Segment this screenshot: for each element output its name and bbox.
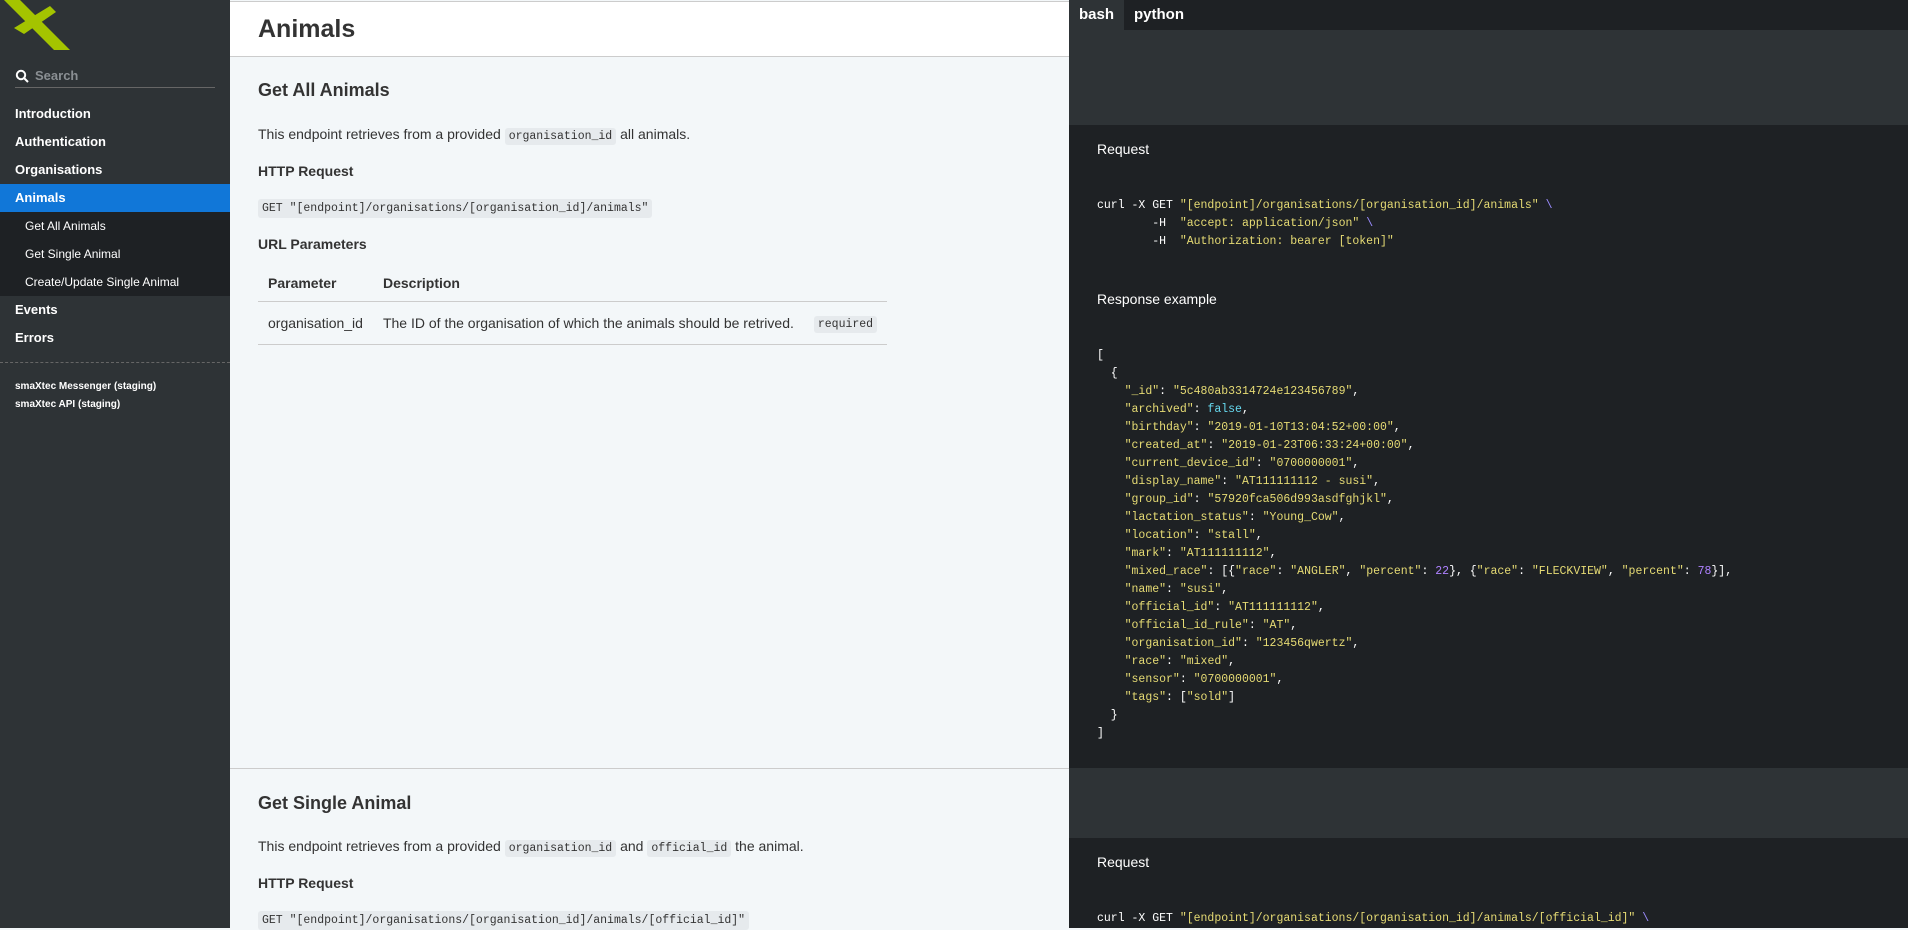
json-value: "mixed" [1179, 655, 1229, 668]
section-description: This endpoint retrieves from a provided … [258, 838, 1048, 857]
page-header: Animals [230, 1, 1069, 57]
json-value: 22 [1435, 565, 1450, 578]
json-value: "susi" [1179, 583, 1222, 596]
request-label: Request [1069, 125, 1908, 173]
request-code-block: curl -X GET "[endpoint]/organisations/[o… [1069, 173, 1908, 275]
json-value: "AT111111112" [1228, 601, 1318, 614]
json-value: "5c480ab3314724e123456789" [1172, 385, 1353, 398]
col-header-badge [804, 267, 887, 302]
code-panel: bash python Request curl -X GET "[endpoi… [1069, 0, 1908, 928]
json-value: "Young_Cow" [1262, 511, 1339, 524]
json-value: 78 [1697, 565, 1712, 578]
json-value: "123456qwertz" [1255, 637, 1353, 650]
desc-text: This endpoint retrieves from a provided [258, 126, 505, 142]
inline-code: official_id [647, 840, 732, 857]
code-text: -H [1152, 217, 1167, 230]
section-get-all-animals: Get All Animals This endpoint retrieves … [258, 80, 1048, 345]
section-description: This endpoint retrieves from a provided … [258, 126, 1048, 145]
sidebar-item-introduction[interactable]: Introduction [0, 100, 230, 128]
main-content: Animals Get All Animals This endpoint re… [230, 0, 1069, 930]
sidebar-item-errors[interactable]: Errors [0, 324, 230, 352]
sidebar-subitem-get-all-animals[interactable]: Get All Animals [0, 212, 230, 240]
code-text: curl -X GET [1097, 912, 1180, 925]
link-smaxtec-api[interactable]: smaXtec API (staging) [15, 396, 156, 414]
search-icon [15, 69, 29, 83]
section-title: Get Single Animal [258, 793, 412, 813]
desc-text: the animal. [731, 838, 804, 854]
json-value: "AT111111112" [1179, 547, 1270, 560]
request-code-block: curl -X GET "[endpoint]/organisations/[o… [1069, 886, 1908, 928]
json-value: "0700000001" [1269, 457, 1353, 470]
sidebar-footer-links: smaXtec Messenger (staging) smaXtec API … [15, 378, 156, 414]
page-title: Animals [258, 15, 356, 43]
http-request-heading: HTTP Request [258, 875, 354, 891]
required-badge: required [813, 316, 878, 333]
code-string: "[endpoint]/organisations/[organisation_… [1179, 912, 1636, 925]
code-string: "accept: application/json" [1179, 217, 1360, 230]
http-request-heading: HTTP Request [258, 163, 354, 179]
search-box[interactable] [15, 64, 215, 88]
param-name: organisation_id [258, 301, 373, 345]
table-row: organisation_id The ID of the organisati… [258, 301, 888, 345]
json-value: "stall" [1207, 529, 1256, 542]
url-params-heading: URL Parameters [258, 236, 367, 252]
response-code-block: [ { "_id": "5c480ab3314724e123456789", "… [1069, 323, 1908, 768]
code-text: -H [1152, 235, 1167, 248]
col-header-parameter: Parameter [268, 275, 337, 291]
json-value: "ANGLER" [1290, 565, 1346, 578]
sidebar-item-events[interactable]: Events [0, 296, 230, 324]
json-value: "sold" [1186, 691, 1229, 704]
search-input[interactable] [35, 68, 205, 83]
desc-text: and [616, 838, 648, 854]
sidebar-subitem-get-single-animal[interactable]: Get Single Animal [0, 240, 230, 268]
sidebar-nav: Introduction Authentication Organisation… [0, 100, 230, 352]
section-get-single-animal: Get Single Animal This endpoint retrieve… [258, 793, 1048, 930]
json-value: "0700000001" [1193, 673, 1277, 686]
tab-bash[interactable]: bash [1069, 0, 1125, 30]
link-smaxtec-messenger[interactable]: smaXtec Messenger (staging) [15, 378, 156, 396]
json-value: "FLECKVIEW" [1531, 565, 1608, 578]
code-string: "Authorization: bearer [token]" [1179, 235, 1394, 248]
inline-code: organisation_id [504, 128, 617, 145]
code-spacer [1069, 768, 1908, 849]
sidebar-item-authentication[interactable]: Authentication [0, 128, 230, 156]
http-request-code: GET "[endpoint]/organisations/[organisat… [258, 199, 653, 218]
code-spacer [1069, 30, 1908, 125]
param-required-cell: required [803, 301, 888, 345]
inline-code: organisation_id [504, 840, 617, 857]
json-value: "2019-01-10T13:04:52+00:00" [1207, 421, 1394, 434]
json-value: "57920fca506d993asdfghjkl" [1207, 493, 1387, 506]
sidebar-item-animals[interactable]: Animals [0, 184, 230, 212]
response-label: Response example [1069, 275, 1908, 323]
params-table: Parameter Description organisation_id Th… [258, 267, 888, 345]
sidebar-subitem-create-update-animal[interactable]: Create/Update Single Animal [0, 268, 230, 296]
sidebar-divider [0, 362, 230, 363]
param-description: The ID of the organisation of which the … [372, 301, 804, 345]
sidebar-subnav-animals: Get All Animals Get Single Animal Create… [0, 212, 230, 296]
code-string: "[endpoint]/organisations/[organisation_… [1179, 199, 1539, 212]
section-divider [230, 768, 1069, 769]
section-title: Get All Animals [258, 80, 390, 100]
language-tabs: bash python [1069, 0, 1908, 30]
json-value: false [1207, 403, 1242, 416]
col-header-description: Description [382, 275, 460, 291]
desc-text: This endpoint retrieves from a provided [258, 838, 505, 854]
code-text: curl -X GET [1097, 199, 1180, 212]
http-request-code: GET "[endpoint]/organisations/[organisat… [258, 911, 750, 930]
sidebar-item-organisations[interactable]: Organisations [0, 156, 230, 184]
json-value: "AT111111112 - susi" [1235, 475, 1374, 488]
request-label: Request [1069, 838, 1908, 886]
json-value: "2019-01-23T06:33:24+00:00" [1221, 439, 1408, 452]
tab-python[interactable]: python [1124, 0, 1194, 30]
sidebar: Introduction Authentication Organisation… [0, 0, 230, 928]
json-value: "AT" [1262, 619, 1291, 632]
smaxtec-logo-icon[interactable] [0, 0, 80, 52]
desc-text: all animals. [616, 126, 691, 142]
